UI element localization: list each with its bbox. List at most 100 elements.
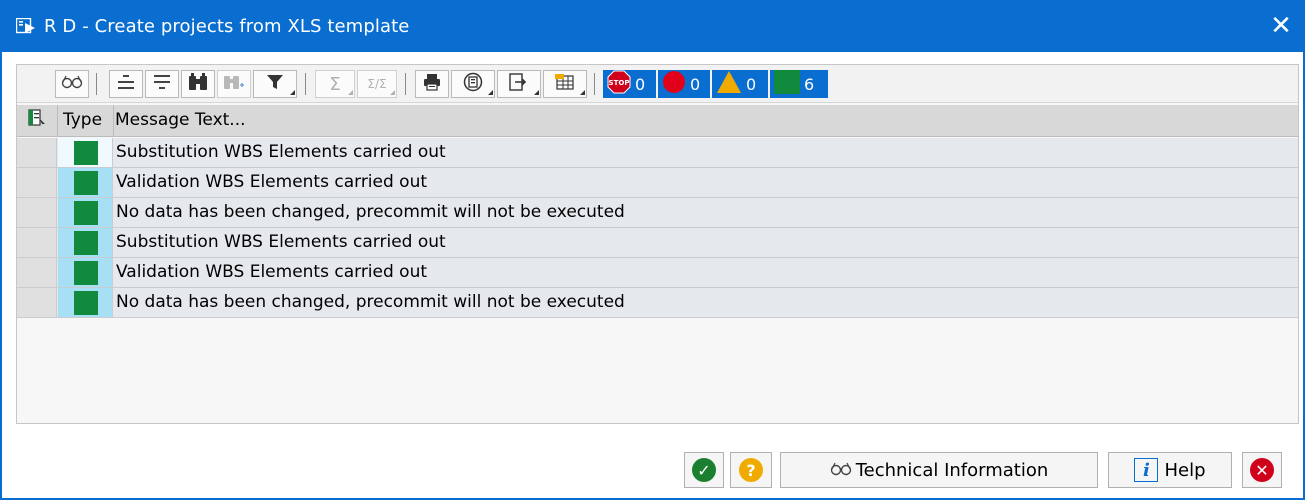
type-cell[interactable] — [58, 138, 113, 167]
dialog-window: R D - Create projects from XLS template … — [0, 0, 1305, 500]
table-row[interactable]: No data has been changed, precommit will… — [17, 198, 1298, 228]
sort-ascending-icon — [117, 74, 135, 95]
message-text-cell[interactable]: Validation WBS Elements carried out — [116, 168, 427, 197]
warning-triangle-icon — [716, 70, 742, 98]
warning-messages-filter[interactable]: 0 — [712, 70, 768, 98]
glasses-icon — [830, 460, 852, 481]
column-divider — [57, 105, 58, 136]
message-text-cell[interactable]: No data has been changed, precommit will… — [116, 288, 625, 317]
toolbar-separator — [594, 73, 595, 95]
warning-count: 0 — [746, 74, 757, 94]
stop-icon: STOP — [607, 70, 631, 98]
export-button[interactable] — [497, 70, 541, 98]
stop-count: 0 — [635, 74, 646, 94]
binoculars-plus-icon — [223, 73, 245, 96]
dropdown-arrow-icon — [348, 90, 353, 95]
printer-icon — [423, 73, 441, 96]
row-selector[interactable] — [17, 198, 57, 227]
message-text-cell[interactable]: Validation WBS Elements carried out — [116, 258, 427, 287]
error-count: 0 — [690, 74, 701, 94]
title-bar: R D - Create projects from XLS template … — [2, 0, 1305, 52]
toolbar-separator — [305, 73, 306, 95]
details-button[interactable] — [55, 70, 89, 98]
row-selector[interactable] — [17, 258, 57, 287]
row-selector[interactable] — [17, 228, 57, 257]
technical-information-label: Technical Information — [855, 459, 1049, 481]
type-cell[interactable] — [58, 288, 113, 317]
filter-icon — [266, 73, 284, 96]
dropdown-arrow-icon — [290, 90, 295, 95]
views-button[interactable] — [451, 70, 495, 98]
dialog-menu-icon[interactable] — [15, 17, 36, 34]
question-button[interactable]: ? — [730, 452, 772, 488]
window-title: R D - Create projects from XLS template — [44, 15, 410, 37]
print-button[interactable] — [415, 70, 449, 98]
green-square-icon — [74, 261, 98, 285]
checkmark-icon: ✓ — [692, 458, 716, 482]
column-header-type[interactable]: Type — [63, 105, 102, 136]
row-selector[interactable] — [17, 168, 57, 197]
error-messages-filter[interactable]: 0 — [658, 70, 710, 98]
type-cell[interactable] — [58, 258, 113, 287]
help-button[interactable]: i Help — [1108, 452, 1232, 488]
select-layout-button[interactable] — [17, 105, 57, 136]
green-square-icon — [74, 171, 98, 195]
message-text-cell[interactable]: Substitution WBS Elements carried out — [116, 228, 446, 257]
sort-descending-icon — [153, 74, 171, 95]
layout-views-icon — [463, 72, 483, 97]
success-count: 6 — [804, 74, 815, 94]
sum-icon: Σ — [329, 73, 341, 95]
row-selector[interactable] — [17, 138, 57, 167]
dropdown-arrow-icon — [580, 90, 585, 95]
table-row[interactable]: Validation WBS Elements carried out — [17, 168, 1298, 198]
toolbar-separator — [96, 73, 97, 95]
table-row[interactable]: No data has been changed, precommit will… — [17, 288, 1298, 318]
table-row[interactable]: Validation WBS Elements carried out — [17, 258, 1298, 288]
toolbar-separator — [405, 73, 406, 95]
layout-button[interactable] — [543, 70, 587, 98]
row-selector[interactable] — [17, 288, 57, 317]
red-circle-icon — [662, 70, 686, 98]
dropdown-arrow-icon — [390, 90, 395, 95]
green-square-icon — [74, 231, 98, 255]
help-label: Help — [1164, 459, 1206, 481]
subtotal-button[interactable]: Σ/Σ — [357, 70, 397, 98]
info-icon: i — [1134, 458, 1159, 482]
filter-button[interactable] — [253, 70, 297, 98]
change-layout-icon — [554, 73, 576, 96]
success-messages-filter[interactable]: 6 — [770, 70, 828, 98]
find-button[interactable] — [181, 70, 215, 98]
confirm-button[interactable]: ✓ — [684, 452, 724, 488]
alv-toolbar: Σ Σ/Σ STOP 0 0 0 6 — [17, 65, 1298, 103]
green-square-icon — [774, 70, 800, 98]
green-square-icon — [74, 201, 98, 225]
table-row[interactable]: Substitution WBS Elements carried out — [17, 138, 1298, 168]
table-row[interactable]: Substitution WBS Elements carried out — [17, 228, 1298, 258]
sort-ascending-button[interactable] — [109, 70, 143, 98]
type-cell[interactable] — [58, 198, 113, 227]
green-square-icon — [74, 141, 98, 165]
dropdown-arrow-icon — [488, 90, 493, 95]
total-button[interactable]: Σ — [315, 70, 355, 98]
question-icon: ? — [739, 458, 763, 482]
column-divider — [113, 105, 114, 136]
grid-header: Type Message Text... — [17, 105, 1298, 137]
cancel-button[interactable]: ✕ — [1242, 452, 1282, 488]
column-select-icon — [28, 109, 46, 132]
close-button[interactable]: ✕ — [1267, 11, 1295, 41]
cancel-icon: ✕ — [1250, 458, 1274, 482]
message-log-panel: Σ Σ/Σ STOP 0 0 0 6 Type Message Text... … — [16, 64, 1299, 424]
export-icon — [509, 72, 529, 96]
technical-information-button[interactable]: Technical Information — [780, 452, 1098, 488]
type-cell[interactable] — [58, 168, 113, 197]
type-cell[interactable] — [58, 228, 113, 257]
dropdown-arrow-icon — [534, 90, 539, 95]
message-text-cell[interactable]: Substitution WBS Elements carried out — [116, 138, 446, 167]
find-next-button[interactable] — [217, 70, 251, 98]
sort-descending-button[interactable] — [145, 70, 179, 98]
message-text-cell[interactable]: No data has been changed, precommit will… — [116, 198, 625, 227]
stop-icon-text: STOP — [609, 79, 630, 87]
subtotal-icon: Σ/Σ — [367, 77, 387, 91]
stop-messages-filter[interactable]: STOP 0 — [603, 70, 656, 98]
column-header-message-text[interactable]: Message Text... — [115, 105, 246, 136]
